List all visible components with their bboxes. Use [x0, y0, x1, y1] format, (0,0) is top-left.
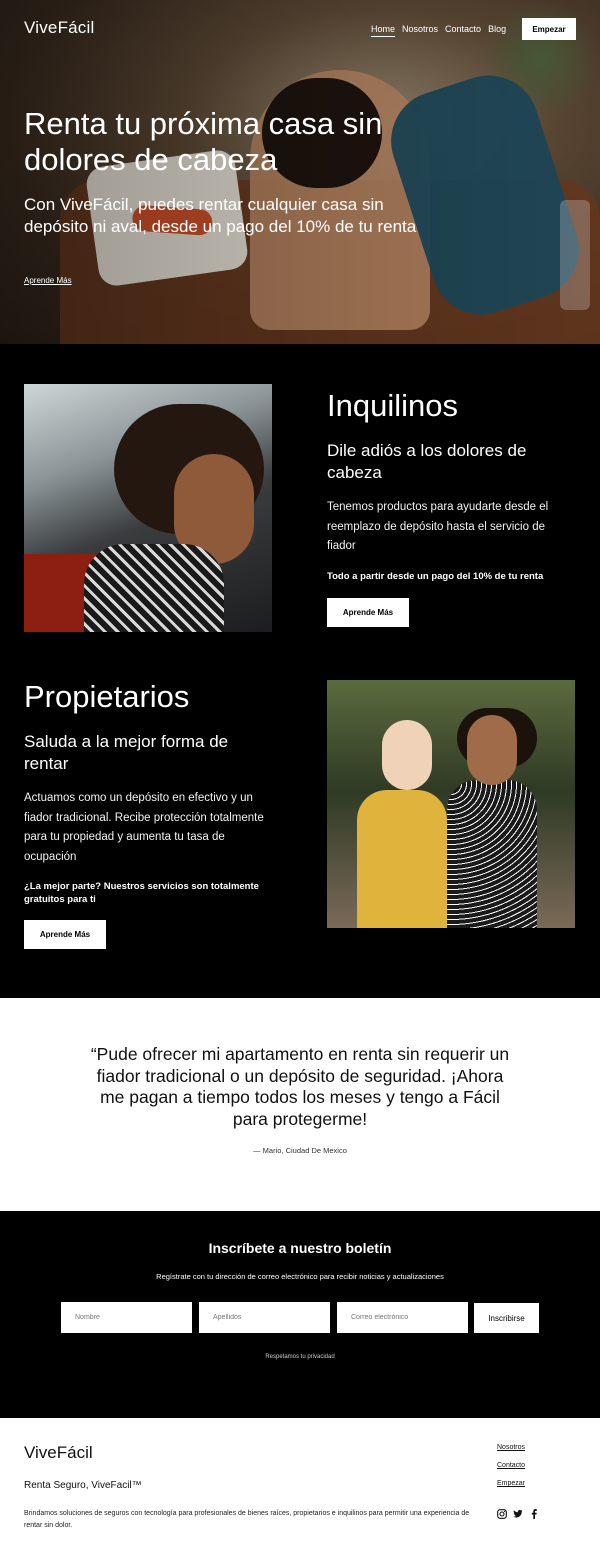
email-input[interactable] [337, 1302, 468, 1333]
testimonial-quote: “Pude ofrecer mi apartamento en renta si… [90, 1044, 510, 1129]
twitter-icon[interactable] [513, 1509, 523, 1519]
footer-link-empezar[interactable]: Empezar [497, 1480, 525, 1487]
first-name-input[interactable] [61, 1302, 192, 1333]
empezar-button[interactable]: Empezar [522, 18, 576, 40]
inquilinos-learn-more-button[interactable]: Aprende Más [327, 598, 409, 627]
propietarios-subtitle: Saluda a la mejor forma de rentar [24, 732, 229, 773]
nav-link-nosotros[interactable]: Nosotros [402, 24, 438, 37]
site-logo[interactable]: ViveFácil [24, 18, 94, 38]
propietarios-learn-more-button[interactable]: Aprende Más [24, 920, 106, 949]
inquilinos-photo [24, 384, 272, 632]
footer-tagline: Renta Seguro, ViveFacil™ [24, 1480, 142, 1491]
newsletter-title: Inscríbete a nuestro boletín [208, 1240, 392, 1256]
propietarios-highlight: ¿La mejor parte? Nuestros servicios son … [24, 881, 259, 905]
hero-section: ViveFácil Home Nosotros Contacto Blog Em… [0, 0, 600, 344]
social-icons [497, 1509, 539, 1519]
footer-links: Nosotros Contacto Empezar [497, 1444, 525, 1487]
footer-logo[interactable]: ViveFácil [24, 1443, 93, 1463]
propietarios-photo [327, 680, 575, 928]
subscribe-button[interactable]: Inscribirse [474, 1303, 539, 1333]
propietarios-body: Actuamos como un depósito en efectivo y … [24, 792, 264, 863]
last-name-input[interactable] [199, 1302, 330, 1333]
footer-link-nosotros[interactable]: Nosotros [497, 1444, 525, 1451]
nav-link-home[interactable]: Home [371, 24, 396, 37]
inquilinos-title: Inquilinos [327, 388, 458, 423]
hero-learn-more-link[interactable]: Aprende Más [24, 276, 72, 285]
footer-link-contacto[interactable]: Contacto [497, 1462, 525, 1469]
facebook-icon[interactable] [529, 1509, 539, 1519]
hero-title: Renta tu próxima casa sin dolores de cab… [24, 106, 383, 177]
privacy-note: Respetamos tu privacidad [265, 1354, 335, 1360]
nav-link-blog[interactable]: Blog [488, 24, 506, 37]
inquilinos-body: Tenemos productos para ayudarte desde el… [327, 501, 549, 552]
newsletter-subtitle: Regístrate con tu dirección de correo el… [156, 1272, 444, 1281]
footer-description: Brindamos soluciones de seguros con tecn… [24, 1510, 470, 1529]
inquilinos-highlight: Todo a partir desde un pago del 10% de t… [327, 571, 544, 582]
testimonial-section: “Pude ofrecer mi apartamento en renta si… [0, 998, 600, 1211]
instagram-icon[interactable] [497, 1509, 507, 1519]
propietarios-title: Propietarios [24, 679, 190, 714]
main-nav: Home Nosotros Contacto Blog [371, 24, 506, 37]
newsletter-section: Inscríbete a nuestro boletín Regístrate … [0, 1211, 600, 1418]
hero-subtitle: Con ViveFácil, puedes rentar cualquier c… [24, 195, 417, 236]
footer: ViveFácil Renta Seguro, ViveFacil™ Brind… [0, 1418, 600, 1564]
inquilinos-subtitle: Dile adiós a los dolores de cabeza [327, 441, 527, 482]
testimonial-author: — Mario, Ciudad De Mexico [253, 1146, 347, 1155]
nav-link-contacto[interactable]: Contacto [445, 24, 481, 37]
